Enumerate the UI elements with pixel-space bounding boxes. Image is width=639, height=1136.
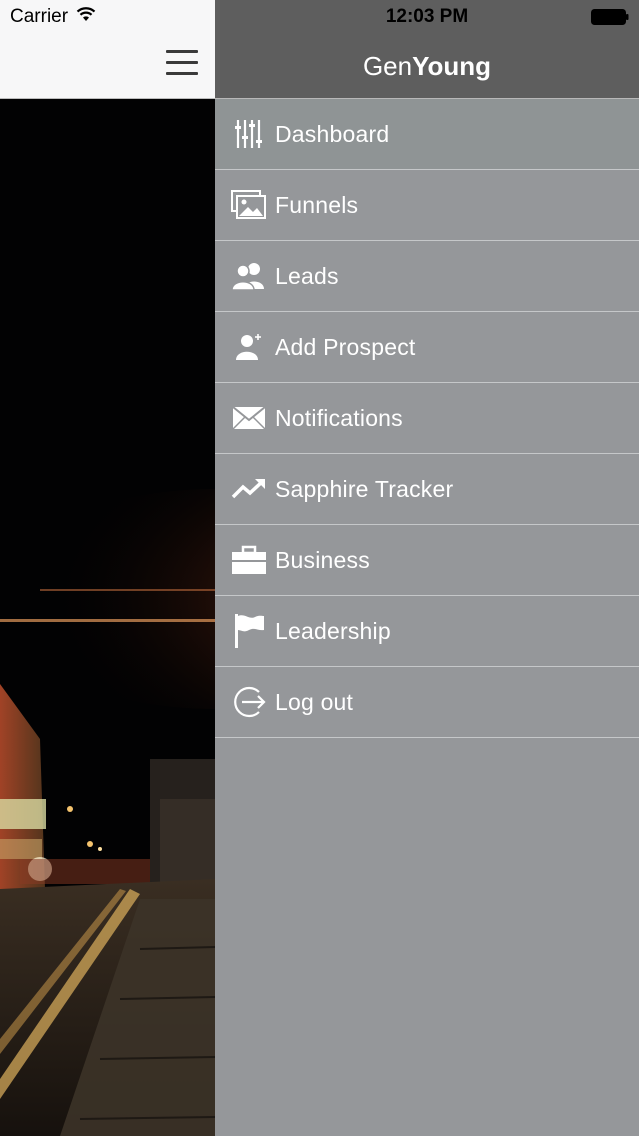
menu-item-add-prospect[interactable]: Add Prospect [215,312,639,383]
menu-item-label: Notifications [275,404,403,431]
briefcase-icon [227,538,271,582]
menu-item-label: Leads [275,262,339,289]
menu-item-label: Sapphire Tracker [275,475,454,502]
brand-light-text: Gen [362,51,413,81]
menu-item-leads[interactable]: Leads [215,241,639,312]
menu-item-dashboard[interactable]: Dashboard [215,99,639,170]
sliders-icon [227,112,271,156]
menu-item-label: Leadership [275,617,391,644]
menu-item-notifications[interactable]: Notifications [215,383,639,454]
users-icon [227,254,271,298]
trend-up-icon [227,467,271,511]
menu-item-label: Funnels [275,191,359,218]
brand-bold-text: Young [412,51,492,81]
status-bar: Carrier 12:03 PM [0,0,639,34]
hamburger-menu-icon[interactable] [166,50,200,78]
envelope-icon [227,396,271,440]
side-menu-list: Dashboard Funnels Leads Add Prospect Not… [215,99,639,738]
side-menu: GenYoung Dashboard Funnels Leads Add Pro… [215,0,639,1136]
images-icon [227,183,271,227]
battery-icon [591,9,629,25]
menu-item-label: Log out [275,688,354,715]
carrier-label: Carrier [10,6,69,27]
menu-item-label: Dashboard [275,120,390,147]
menu-item-label: Business [275,546,370,573]
main-content-pane [0,0,215,1136]
menu-item-funnels[interactable]: Funnels [215,170,639,241]
logout-icon [227,680,271,724]
flag-icon [227,609,271,653]
menu-item-sapphire-tracker[interactable]: Sapphire Tracker [215,454,639,525]
wifi-icon [76,6,96,28]
user-add-icon [227,325,271,369]
status-left: Carrier [0,0,96,34]
menu-item-label: Add Prospect [275,333,416,360]
menu-item-log-out[interactable]: Log out [215,667,639,738]
app-brand-title: GenYoung [215,48,639,84]
menu-item-leadership[interactable]: Leadership [215,596,639,667]
status-time: 12:03 PM [385,6,469,27]
background-photo [0,99,215,1136]
menu-item-business[interactable]: Business [215,525,639,596]
